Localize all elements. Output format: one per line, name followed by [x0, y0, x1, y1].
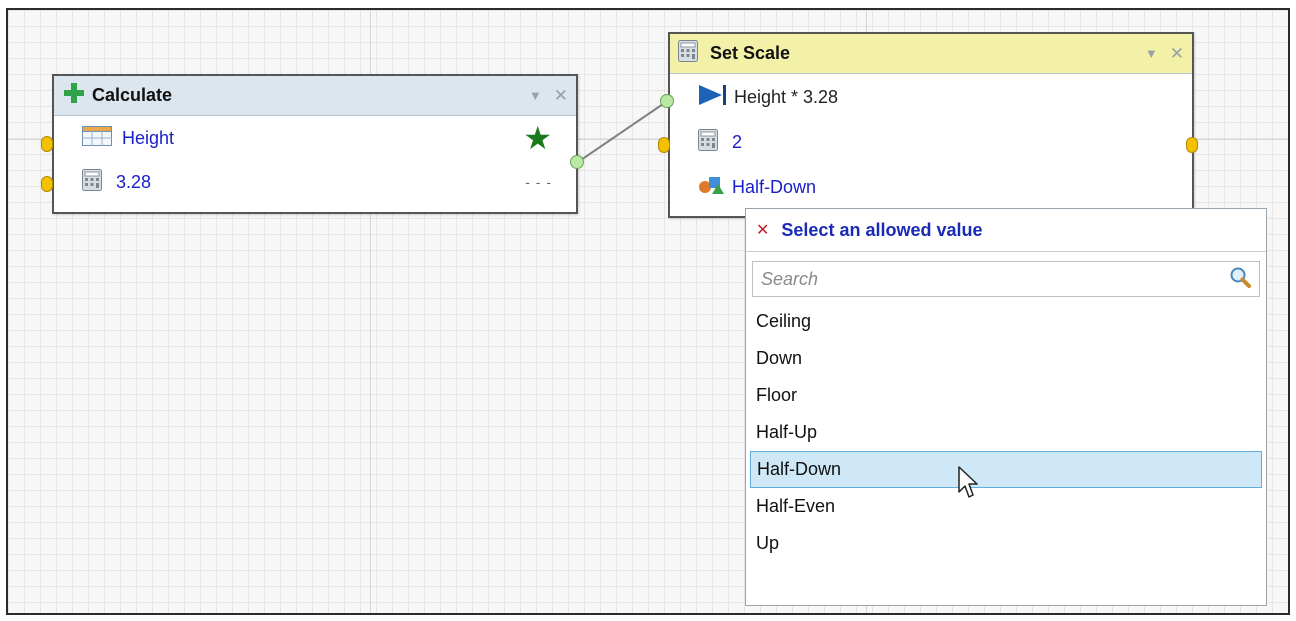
calculate-node[interactable]: Calculate ▼ ✕ Height ★ 3.28 - - - — [52, 74, 578, 214]
collapse-arrow-icon[interactable]: ▼ — [1145, 46, 1158, 61]
set-scale-node[interactable]: Set Scale ▼ ✕ Height * 3.28 2 Half-Down — [668, 32, 1194, 218]
shapes-icon — [698, 175, 724, 200]
calculator-icon — [698, 128, 718, 156]
input-port[interactable] — [41, 136, 53, 152]
dropdown-title: Select an allowed value — [781, 219, 983, 240]
close-icon[interactable]: ✕ — [756, 220, 769, 240]
search-input[interactable] — [759, 263, 1229, 295]
plus-icon — [62, 81, 86, 110]
calculator-icon — [82, 168, 102, 196]
dropdown-header: ✕ Select an allowed value — [746, 209, 1266, 252]
search-icon[interactable] — [1229, 266, 1251, 293]
calculate-node-header[interactable]: Calculate ▼ ✕ — [54, 76, 576, 116]
collapse-arrow-icon[interactable]: ▼ — [529, 88, 542, 103]
option-item[interactable]: Up — [750, 525, 1262, 562]
close-icon[interactable]: ✕ — [554, 86, 568, 106]
close-icon[interactable]: ✕ — [1170, 44, 1184, 64]
options-list: Ceiling Down Floor Half-Up Half-Down Hal… — [750, 303, 1262, 562]
workflow-canvas[interactable]: Calculate ▼ ✕ Height ★ 3.28 - - - Set Sc… — [6, 8, 1290, 615]
row-label: Height * 3.28 — [734, 86, 839, 107]
output-port[interactable] — [570, 155, 584, 169]
option-item[interactable]: Half-Up — [750, 414, 1262, 451]
row-label: Height — [122, 127, 175, 148]
calculator-icon — [678, 40, 698, 67]
calculate-row-value[interactable]: 3.28 - - - — [54, 160, 576, 204]
option-item[interactable]: Floor — [750, 377, 1262, 414]
option-item[interactable]: Half-Even — [750, 488, 1262, 525]
option-item[interactable]: Ceiling — [750, 303, 1262, 340]
mouse-cursor-icon — [958, 466, 982, 505]
node-title: Calculate — [92, 85, 173, 105]
row-label: 3.28 — [116, 171, 152, 192]
set-scale-row-expression[interactable]: Height * 3.28 — [670, 74, 1192, 120]
more-options-icon[interactable]: - - - — [525, 160, 552, 204]
input-port[interactable] — [658, 137, 670, 153]
node-title: Set Scale — [710, 43, 791, 63]
set-scale-row-digits[interactable]: 2 — [670, 120, 1192, 164]
required-star-icon: ★ — [523, 120, 552, 156]
set-scale-row-rounding[interactable]: Half-Down — [670, 164, 1192, 210]
row-label: Half-Down — [732, 176, 817, 197]
row-label: 2 — [732, 131, 743, 152]
option-item-selected[interactable]: Half-Down — [750, 451, 1262, 488]
play-to-end-icon — [698, 84, 728, 111]
set-scale-node-header[interactable]: Set Scale ▼ ✕ — [670, 34, 1192, 74]
output-port[interactable] — [1186, 137, 1198, 153]
table-grid-icon — [82, 125, 112, 151]
calculate-row-height[interactable]: Height ★ — [54, 116, 576, 160]
input-port[interactable] — [41, 176, 53, 192]
option-item[interactable]: Down — [750, 340, 1262, 377]
input-port-connected[interactable] — [660, 94, 674, 108]
allowed-value-dropdown[interactable]: ✕ Select an allowed value Ceiling Down F… — [745, 208, 1267, 606]
search-box[interactable] — [752, 261, 1260, 297]
